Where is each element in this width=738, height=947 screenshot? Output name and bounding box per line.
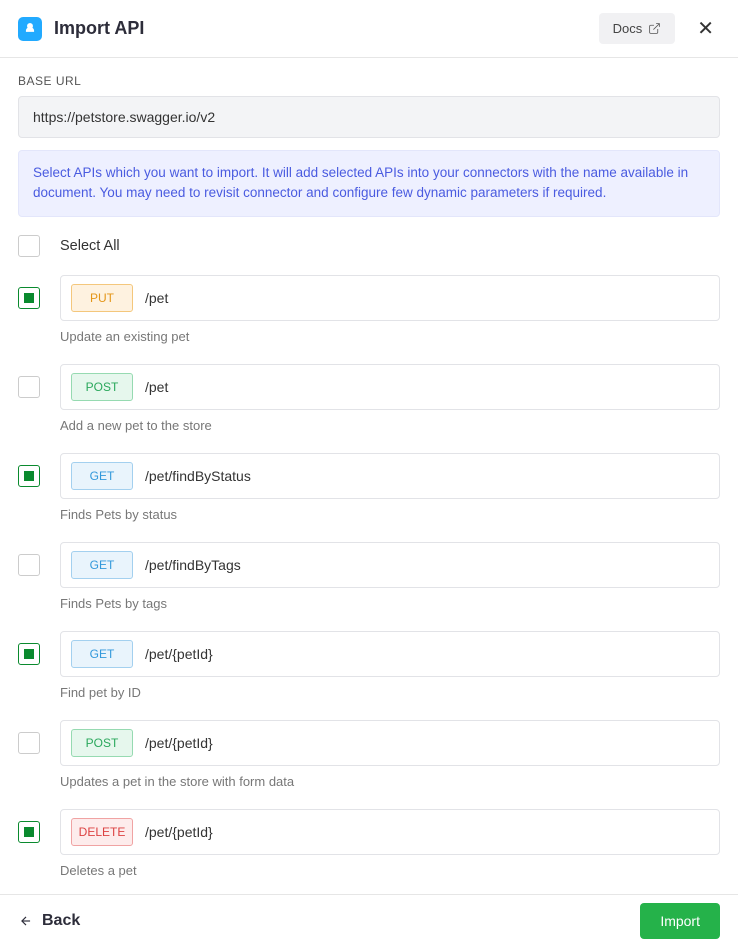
api-method-badge: POST [71,373,133,401]
api-method-badge: GET [71,551,133,579]
api-path: /pet/{petId} [145,646,213,662]
api-path: /pet/{petId} [145,824,213,840]
api-row: PUT /pet Update an existing pet [18,275,720,358]
api-bar[interactable]: GET /pet/{petId} [60,631,720,677]
api-bar[interactable]: POST /pet [60,364,720,410]
api-path: /pet/{petId} [145,735,213,751]
api-bar[interactable]: POST /pet/{petId} [60,720,720,766]
api-bar[interactable]: GET /pet/findByTags [60,542,720,588]
base-url-field[interactable]: https://petstore.swagger.io/v2 [18,96,720,138]
api-checkbox[interactable] [18,732,40,754]
api-description: Update an existing pet [60,329,720,344]
api-path: /pet [145,379,168,395]
api-description: Deletes a pet [60,863,720,878]
api-description: Updates a pet in the store with form dat… [60,774,720,789]
back-label: Back [42,912,80,930]
api-method-badge: PUT [71,284,133,312]
api-method-badge: GET [71,640,133,668]
docs-button[interactable]: Docs [599,13,676,44]
api-checkbox[interactable] [18,287,40,309]
api-row: POST /pet/{petId} Updates a pet in the s… [18,720,720,803]
api-path: /pet [145,290,168,306]
api-bar[interactable]: GET /pet/findByStatus [60,453,720,499]
api-row-content: PUT /pet Update an existing pet [60,275,720,358]
api-checkbox[interactable] [18,554,40,576]
api-row: POST /pet Add a new pet to the store [18,364,720,447]
api-checkbox[interactable] [18,821,40,843]
base-url-label: BASE URL [18,74,720,88]
api-description: Finds Pets by status [60,507,720,522]
api-row-content: POST /pet/{petId} Updates a pet in the s… [60,720,720,803]
api-method-badge: DELETE [71,818,133,846]
api-description: Add a new pet to the store [60,418,720,433]
close-icon: ✕ [697,18,714,40]
api-row: GET /pet/findByTags Finds Pets by tags [18,542,720,625]
back-button[interactable]: Back [18,912,80,930]
arrow-left-icon [18,914,34,928]
api-list: PUT /pet Update an existing pet POST /pe… [18,275,720,905]
select-all-row: Select All [18,229,720,275]
external-link-icon [648,22,661,35]
api-row-content: POST /pet Add a new pet to the store [60,364,720,447]
import-button[interactable]: Import [640,903,720,939]
app-logo [18,17,42,41]
select-all-label: Select All [60,238,120,254]
api-method-badge: POST [71,729,133,757]
api-row-content: GET /pet/findByTags Finds Pets by tags [60,542,720,625]
close-button[interactable]: ✕ [691,12,720,45]
api-row: GET /pet/findByStatus Finds Pets by stat… [18,453,720,536]
info-box: Select APIs which you want to import. It… [18,150,720,217]
api-bar[interactable]: DELETE /pet/{petId} [60,809,720,855]
api-row-content: GET /pet/findByStatus Finds Pets by stat… [60,453,720,536]
api-row: DELETE /pet/{petId} Deletes a pet [18,809,720,892]
footer: Back Import [0,894,738,947]
api-bar[interactable]: PUT /pet [60,275,720,321]
api-description: Find pet by ID [60,685,720,700]
api-checkbox[interactable] [18,376,40,398]
api-row-content: DELETE /pet/{petId} Deletes a pet [60,809,720,892]
api-description: Finds Pets by tags [60,596,720,611]
select-all-checkbox[interactable] [18,235,40,257]
page-title: Import API [54,18,599,39]
main-content: BASE URL https://petstore.swagger.io/v2 … [0,58,738,904]
api-method-badge: GET [71,462,133,490]
api-path: /pet/findByTags [145,557,241,573]
header: Import API Docs ✕ [0,0,738,58]
api-row: GET /pet/{petId} Find pet by ID [18,631,720,714]
docs-label: Docs [613,21,643,36]
api-row-content: GET /pet/{petId} Find pet by ID [60,631,720,714]
api-checkbox[interactable] [18,643,40,665]
api-checkbox[interactable] [18,465,40,487]
api-path: /pet/findByStatus [145,468,251,484]
